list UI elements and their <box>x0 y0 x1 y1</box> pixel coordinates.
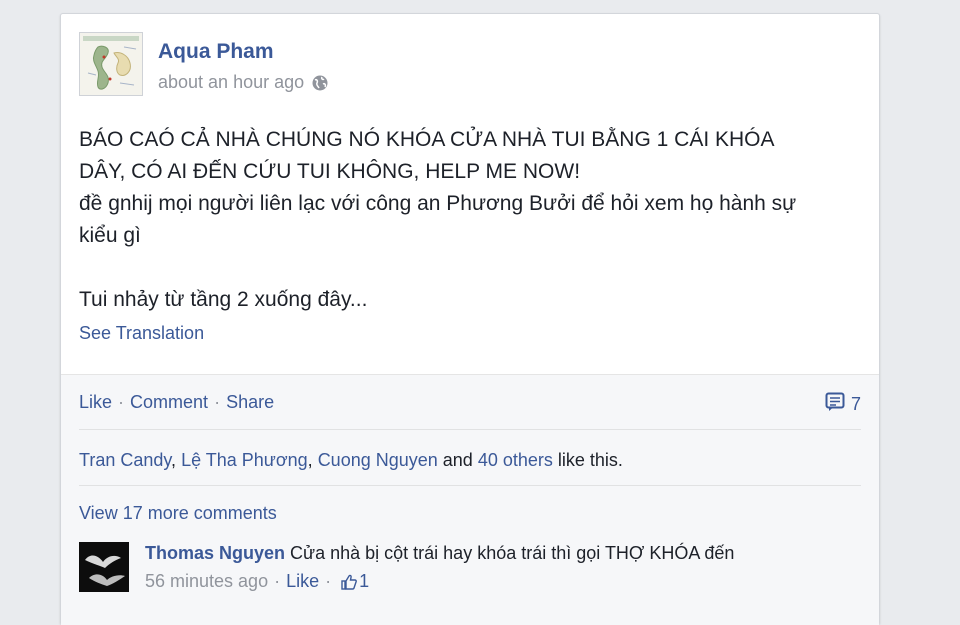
separator: , <box>307 450 318 470</box>
divider <box>79 485 861 486</box>
liker-name[interactable]: Tran Candy <box>79 450 171 470</box>
commenter-avatar[interactable] <box>79 542 129 592</box>
post-line: kiểu gì <box>79 224 141 247</box>
thumbs-up-icon <box>341 574 358 590</box>
comment-text: Cửa nhà bị cột trái hay khóa trái thì gọ… <box>290 543 735 563</box>
comment-like-count[interactable]: 1 <box>359 571 369 592</box>
likes-summary: Tran Candy, Lệ Tha Phương, Cuong Nguyen … <box>79 450 623 471</box>
commenter-name[interactable]: Thomas Nguyen <box>145 543 285 563</box>
comment-icon <box>825 392 845 417</box>
author-avatar[interactable] <box>79 32 143 96</box>
author-name[interactable]: Aqua Pham <box>158 40 274 64</box>
separator: · <box>118 392 125 412</box>
liker-name[interactable]: Cuong Nguyen <box>318 450 438 470</box>
comment-button[interactable]: Comment <box>130 392 208 413</box>
map-avatar-image <box>80 33 142 95</box>
likes-suffix: like this. <box>552 450 623 470</box>
post-card: Aqua Pham about an hour ago BÁO CAÓ CẢ N… <box>60 13 880 625</box>
separator: · <box>274 571 281 591</box>
post-meta: about an hour ago <box>158 72 329 93</box>
separator: , <box>171 450 182 470</box>
post-line: đề gnhij mọi người liên lạc với công an … <box>79 192 797 215</box>
comment: Thomas Nguyen Cửa nhà bị cột trái hay kh… <box>145 543 865 564</box>
divider <box>79 429 861 430</box>
action-bar: Like · Comment · Share <box>79 392 274 413</box>
globe-icon[interactable] <box>311 74 329 92</box>
comment-count-link[interactable]: 7 <box>825 392 861 417</box>
separator: · <box>325 571 332 591</box>
post-message: BÁO CAÓ CẢ NHÀ CHÚNG NÓ KHÓA CỬA NHÀ TUI… <box>79 124 869 316</box>
comment-count: 7 <box>850 394 861 414</box>
post-line: BÁO CAÓ CẢ NHÀ CHÚNG NÓ KHÓA CỬA NHÀ TUI… <box>79 128 775 151</box>
post-timestamp[interactable]: about an hour ago <box>158 72 304 93</box>
doves-avatar-image <box>79 542 129 592</box>
share-button[interactable]: Share <box>226 392 274 413</box>
others-link[interactable]: 40 others <box>478 450 553 470</box>
post-line: Tui nhảy từ tầng 2 xuống đây... <box>79 288 368 311</box>
comment-timestamp[interactable]: 56 minutes ago <box>145 571 268 592</box>
separator: · <box>214 392 221 412</box>
like-button[interactable]: Like <box>79 392 112 413</box>
and-text: and <box>437 450 478 470</box>
comment-meta: 56 minutes ago · Like · 1 <box>145 571 369 592</box>
comment-like-button[interactable]: Like <box>286 571 319 592</box>
see-translation-link[interactable]: See Translation <box>79 323 204 344</box>
view-more-comments-link[interactable]: View 17 more comments <box>79 503 277 524</box>
liker-name[interactable]: Lệ Tha Phương <box>181 450 308 470</box>
post-line: DÂY, CÓ AI ĐẾN CỨU TUI KHÔNG, HELP ME NO… <box>79 160 581 183</box>
